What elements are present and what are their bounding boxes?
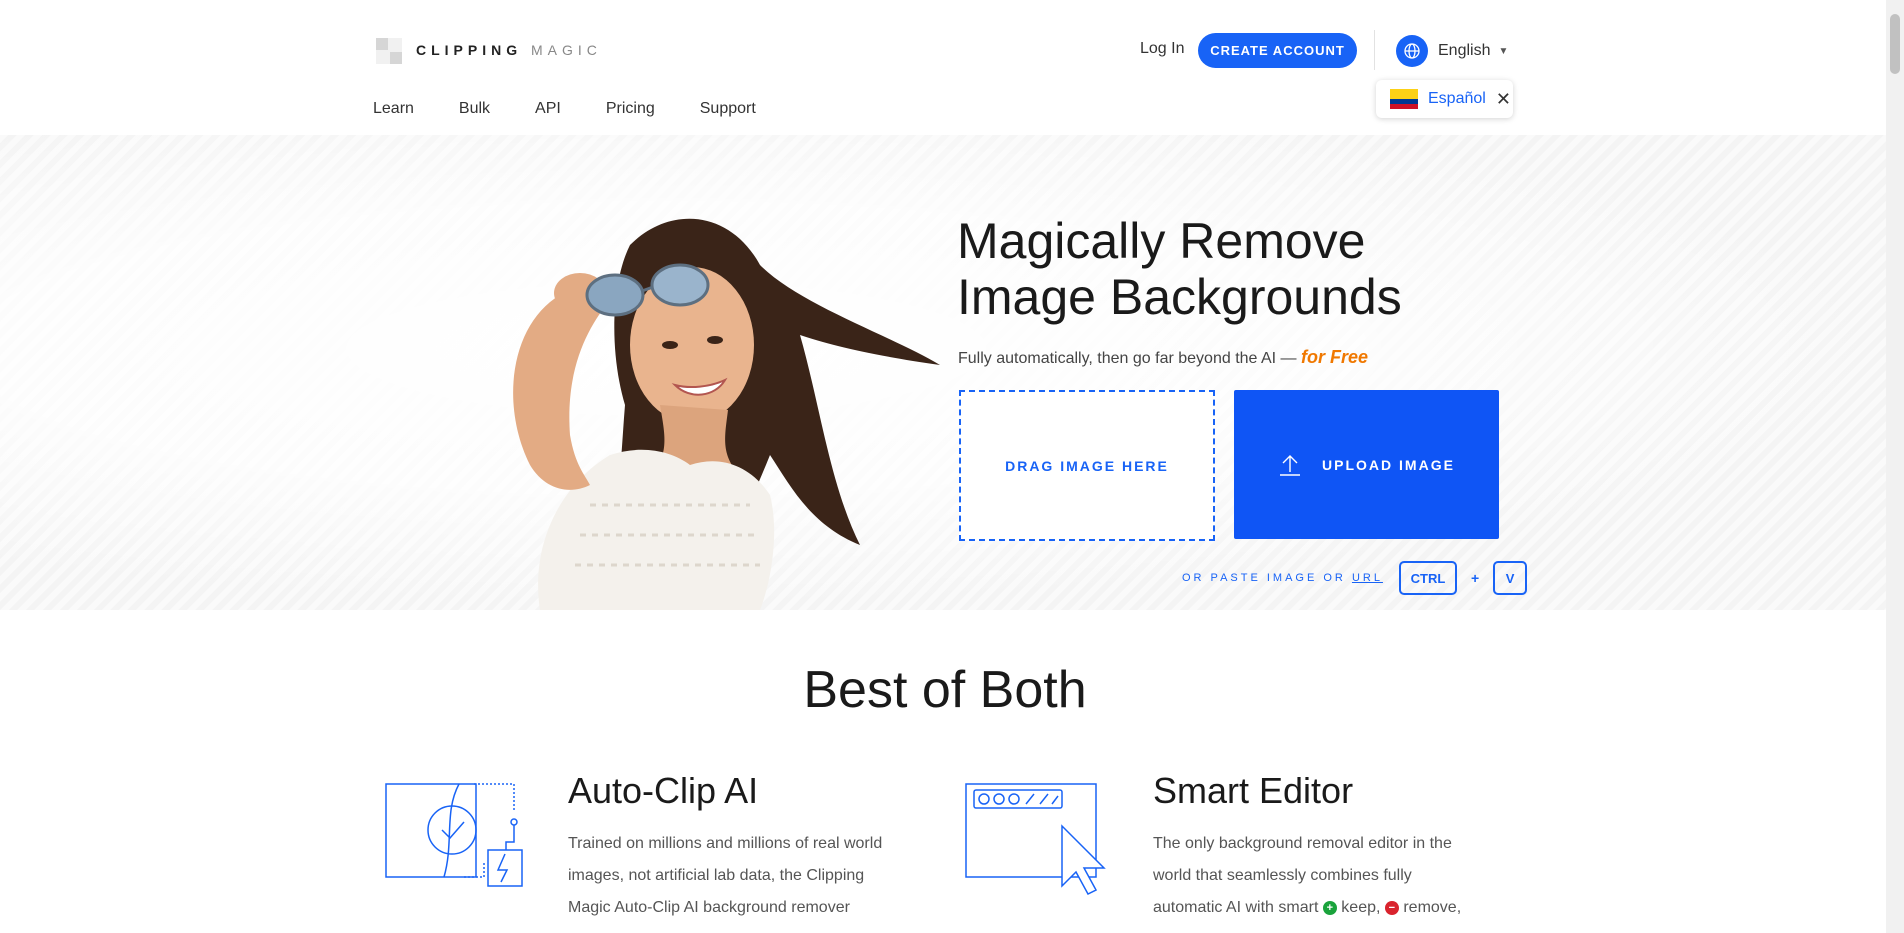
ctrl-key: CTRL [1398, 561, 1457, 595]
logo[interactable]: CLIPPING MAGIC [372, 34, 602, 66]
language-suggestion-link[interactable]: Español [1428, 90, 1486, 108]
plus-sign: + [1470, 570, 1480, 586]
language-selector[interactable]: English ▼ [1396, 35, 1508, 67]
create-account-button[interactable]: CREATE ACCOUNT [1198, 33, 1357, 68]
scrollbar-thumb[interactable] [1890, 14, 1900, 74]
hero-subtitle-text: Fully automatically, then go far beyond … [958, 350, 1297, 367]
logo-text-bold: CLIPPING [416, 42, 523, 58]
auto-clip-ai-icon [385, 783, 523, 887]
scrollbar[interactable] [1886, 0, 1904, 933]
minus-circle-icon: − [1384, 900, 1399, 915]
feature-title-smart-editor: Smart Editor [1153, 770, 1354, 811]
feature-text-smart-editor: The only background removal editor in th… [1153, 828, 1483, 924]
smart-editor-icon [965, 783, 1106, 895]
upload-icon [1280, 454, 1301, 476]
hero-title: Magically Remove Image Backgrounds [957, 213, 1402, 325]
hero-subtitle-free: for Free [1301, 347, 1369, 367]
nav-api[interactable]: API [535, 100, 561, 118]
section-title: Best of Both [803, 661, 1087, 719]
language-suggestion-popup: Español ✕ [1376, 80, 1513, 118]
feature-text-keep: keep, [1341, 899, 1381, 916]
globe-icon [1396, 35, 1428, 67]
language-label: English [1438, 42, 1491, 59]
feature-title-auto-clip: Auto-Clip AI [568, 770, 759, 811]
hero-woman-image [513, 218, 940, 610]
header-divider [1374, 30, 1375, 70]
main-nav: Learn Bulk API Pricing Support [373, 100, 756, 118]
feature-text-auto-clip: Trained on millions and millions of real… [568, 835, 883, 916]
nav-bulk[interactable]: Bulk [459, 100, 490, 118]
hero-subtitle: Fully automatically, then go far beyond … [958, 347, 1368, 368]
upload-image-button[interactable]: UPLOAD IMAGE [1234, 390, 1499, 539]
login-link[interactable]: Log In [1140, 40, 1184, 58]
logo-text-light: MAGIC [531, 42, 602, 58]
v-key: V [1493, 561, 1528, 595]
feature-text-remove: remove, [1403, 899, 1462, 916]
close-icon[interactable]: ✕ [1496, 89, 1511, 110]
drag-drop-zone[interactable]: DRAG IMAGE HERE [959, 390, 1215, 541]
colombia-flag-icon [1390, 89, 1418, 109]
nav-pricing[interactable]: Pricing [606, 100, 655, 118]
paste-row: OR PASTE IMAGE OR URL CTRL + V [1182, 561, 1528, 595]
plus-circle-icon: + [1322, 900, 1337, 915]
nav-support[interactable]: Support [700, 100, 756, 118]
hero-background [0, 135, 1904, 610]
logo-mark-icon [372, 34, 404, 66]
hero-title-line1: Magically Remove [957, 213, 1366, 269]
hero-title-line2: Image Backgrounds [957, 269, 1402, 325]
upload-image-label: UPLOAD IMAGE [1322, 456, 1455, 473]
paste-prefix: OR PASTE IMAGE OR [1182, 572, 1346, 584]
paste-url-link[interactable]: URL [1352, 572, 1383, 584]
chevron-down-icon: ▼ [1498, 45, 1509, 57]
nav-learn[interactable]: Learn [373, 100, 414, 118]
